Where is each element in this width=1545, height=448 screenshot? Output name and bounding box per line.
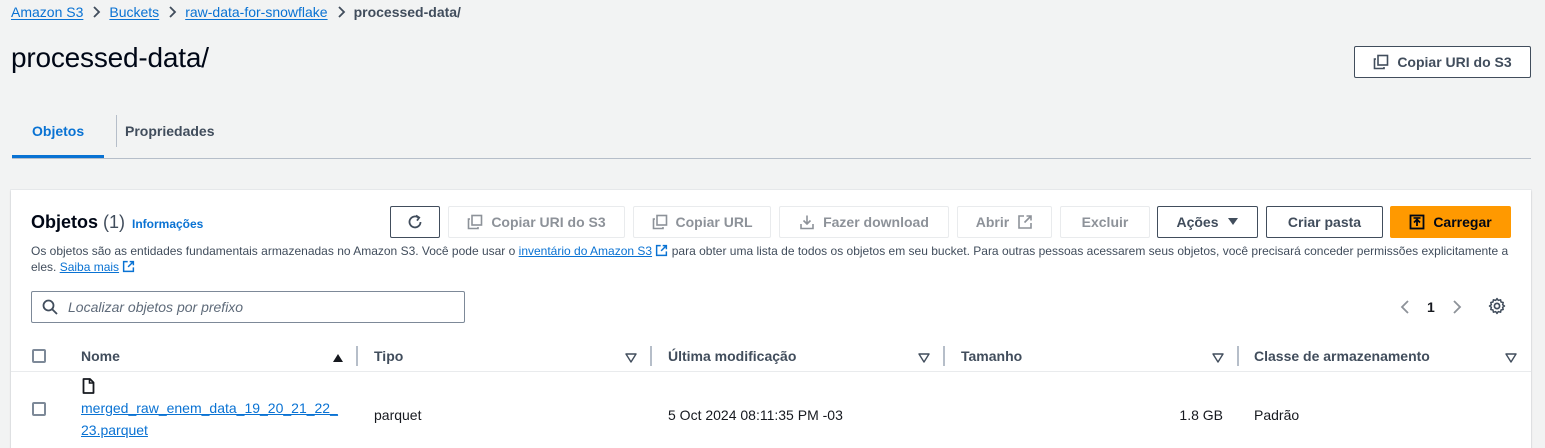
- learn-more-link[interactable]: Saiba mais: [60, 260, 119, 274]
- file-name-line2[interactable]: 23.parquet: [81, 422, 148, 438]
- objects-panel-title: Objetos (1): [31, 212, 125, 233]
- column-header-storage-class[interactable]: Classe de armazenamento: [1254, 340, 1430, 372]
- column-divider[interactable]: [943, 346, 945, 366]
- open-label: Abrir: [975, 214, 1010, 230]
- file-icon: [82, 378, 95, 394]
- copy-s3-uri-header-button[interactable]: Copiar URI do S3: [1354, 46, 1531, 78]
- external-link-icon: [122, 260, 135, 273]
- table-row: merged_raw_enem_data_19_20_21_22_ 23.par…: [11, 373, 1531, 448]
- caret-down-icon: [1227, 217, 1239, 227]
- column-header-last-modified[interactable]: Última modificação: [668, 340, 796, 372]
- row-checkbox[interactable]: [32, 402, 46, 416]
- file-storage-class: Padrão: [1254, 407, 1300, 423]
- copy-s3-uri-label: Copiar URI do S3: [491, 214, 606, 230]
- search-icon: [42, 299, 58, 315]
- tab-divider: [116, 115, 117, 147]
- select-all-checkbox[interactable]: [32, 349, 46, 363]
- breadcrumb-buckets[interactable]: Buckets: [109, 4, 159, 20]
- chevron-left-icon[interactable]: [1397, 299, 1413, 315]
- objects-panel: Objetos (1) Informações Copiar URI do S3…: [11, 190, 1531, 448]
- breadcrumb: Amazon S3 Buckets raw-data-for-snowflake…: [11, 3, 461, 21]
- tab-objects[interactable]: Objetos: [32, 103, 84, 158]
- copy-url-button[interactable]: Copiar URL: [633, 206, 771, 238]
- copy-s3-uri-button[interactable]: Copiar URI do S3: [448, 206, 625, 238]
- delete-button[interactable]: Excluir: [1060, 206, 1150, 238]
- download-label: Fazer download: [823, 214, 929, 230]
- tab-properties[interactable]: Propriedades: [125, 103, 214, 158]
- upload-button[interactable]: Carregar: [1390, 206, 1511, 238]
- refresh-button[interactable]: [390, 206, 440, 238]
- search-input[interactable]: [68, 299, 448, 315]
- download-icon: [799, 214, 815, 230]
- sort-icon[interactable]: [625, 350, 637, 368]
- active-tab-indicator: [12, 155, 104, 158]
- objects-description: Os objetos são as entidades fundamentais…: [31, 243, 1511, 275]
- actions-dropdown[interactable]: Ações: [1157, 206, 1258, 238]
- chevron-right-icon: [159, 5, 185, 19]
- file-size: 1.8 GB: [1179, 407, 1223, 423]
- create-folder-button[interactable]: Criar pasta: [1266, 206, 1383, 238]
- delete-label: Excluir: [1081, 214, 1129, 230]
- breadcrumb-amazon-s3[interactable]: Amazon S3: [11, 4, 83, 20]
- objects-count: (1): [103, 212, 126, 232]
- copy-url-label: Copiar URL: [675, 214, 753, 230]
- chevron-right-icon: [328, 5, 354, 19]
- tab-list: Objetos Propriedades: [12, 103, 1531, 159]
- file-type: parquet: [374, 407, 422, 423]
- copy-icon: [467, 214, 483, 230]
- column-header-size[interactable]: Tamanho: [961, 340, 1022, 372]
- copy-icon: [1373, 54, 1389, 70]
- external-link-icon: [1017, 214, 1033, 230]
- sort-ascending-icon[interactable]: [332, 350, 344, 368]
- download-button[interactable]: Fazer download: [779, 206, 949, 238]
- breadcrumb-bucket[interactable]: raw-data-for-snowflake: [185, 4, 327, 20]
- page-title: processed-data/: [11, 42, 209, 73]
- refresh-icon: [406, 213, 424, 231]
- column-divider[interactable]: [1237, 346, 1239, 366]
- sort-icon[interactable]: [1505, 350, 1517, 368]
- sort-icon[interactable]: [1212, 350, 1224, 368]
- inventory-link[interactable]: inventário do Amazon S3: [519, 244, 652, 258]
- copy-s3-uri-header-label: Copiar URI do S3: [1397, 54, 1512, 70]
- column-header-name[interactable]: Nome: [81, 340, 120, 372]
- column-divider[interactable]: [650, 346, 652, 366]
- external-link-icon: [655, 244, 668, 257]
- objects-title-text: Objetos: [31, 212, 99, 232]
- upload-icon: [1409, 214, 1425, 230]
- sort-icon[interactable]: [918, 350, 930, 368]
- column-header-type[interactable]: Tipo: [374, 340, 403, 372]
- pagination: 1: [1397, 298, 1465, 316]
- actions-label: Ações: [1176, 214, 1219, 230]
- table-header: Nome Tipo Última modificação Tamanho Cla…: [11, 340, 1531, 372]
- chevron-right-icon: [83, 5, 109, 19]
- upload-label: Carregar: [1433, 214, 1492, 230]
- breadcrumb-current: processed-data/: [353, 4, 461, 20]
- info-link[interactable]: Informações: [132, 217, 203, 231]
- copy-icon: [652, 214, 668, 230]
- file-name-line1[interactable]: merged_raw_enem_data_19_20_21_22_: [81, 400, 338, 416]
- file-name-link[interactable]: merged_raw_enem_data_19_20_21_22_ 23.par…: [81, 397, 351, 441]
- settings-gear-icon[interactable]: [1488, 297, 1506, 315]
- create-folder-label: Criar pasta: [1287, 214, 1362, 230]
- description-part1: Os objetos são as entidades fundamentais…: [31, 244, 519, 258]
- chevron-right-icon[interactable]: [1449, 299, 1465, 315]
- search-box: [31, 291, 465, 323]
- column-divider[interactable]: [356, 346, 358, 366]
- open-button[interactable]: Abrir: [957, 206, 1052, 238]
- current-page[interactable]: 1: [1427, 299, 1435, 315]
- file-last-modified: 5 Oct 2024 08:11:35 PM -03: [668, 407, 843, 423]
